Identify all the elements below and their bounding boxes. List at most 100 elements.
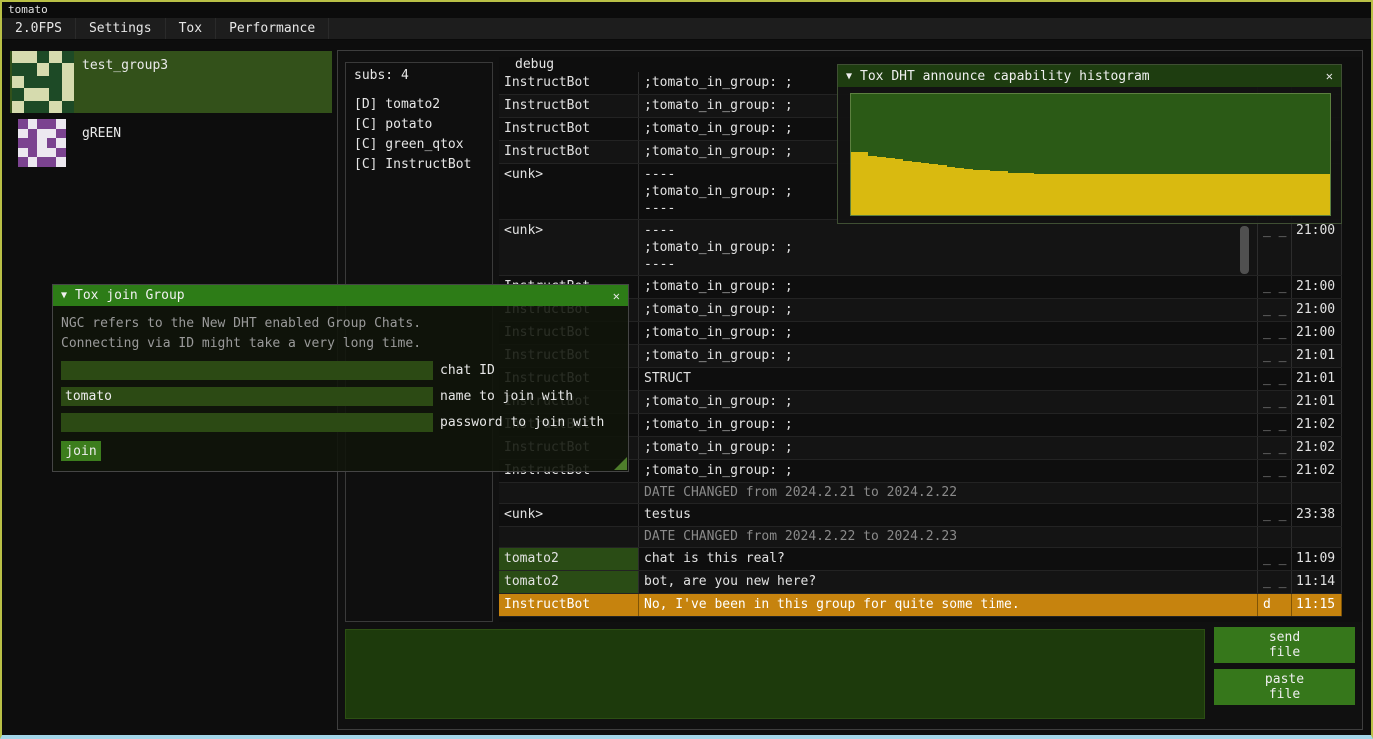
histogram-bar [1243, 174, 1252, 215]
join-password-label: password to join with [440, 415, 604, 430]
message-input[interactable] [345, 629, 1205, 719]
subs-header: subs: 4 [354, 68, 484, 83]
collapse-arrow-icon[interactable]: ▼ [61, 290, 67, 301]
group-roster: test_group3 gREEN [10, 50, 332, 177]
histogram-bar [895, 159, 904, 215]
timestamp: 11:15 [1292, 594, 1342, 616]
roster-item-label: test_group3 [82, 58, 168, 73]
roster-item-gREEN[interactable]: gREEN [10, 119, 332, 171]
message-row[interactable]: tomato2chat is this real?_ _11:09 [499, 548, 1342, 571]
close-icon[interactable]: ✕ [1326, 69, 1333, 83]
sender-name: <unk> [499, 164, 639, 219]
histogram-bar [1034, 174, 1043, 215]
menu-item-performance[interactable]: Performance [216, 18, 329, 39]
chat-id-input[interactable] [61, 361, 433, 380]
window-titlebar[interactable]: tomato [2, 2, 1371, 18]
histogram-bar [1138, 174, 1147, 215]
histogram-bar [1277, 174, 1286, 215]
roster-item-test_group3[interactable]: test_group3 [10, 51, 332, 113]
subs-item: [C] InstructBot [354, 155, 484, 175]
histogram-bar [1060, 174, 1069, 215]
join-name-input[interactable] [61, 387, 433, 406]
close-icon[interactable]: ✕ [613, 289, 620, 303]
system-row[interactable]: DATE CHANGED from 2024.2.22 to 2024.2.23 [499, 527, 1342, 548]
join-info-line2: Connecting via ID might take a very long… [61, 334, 620, 354]
message-row[interactable]: <unk>----;tomato_in_group: ;----_ _21:00 [499, 220, 1342, 276]
system-row[interactable]: DATE CHANGED from 2024.2.21 to 2024.2.22 [499, 483, 1342, 504]
histogram-bar [1234, 174, 1243, 215]
histogram-bar [1321, 174, 1330, 215]
histogram-bar [1147, 174, 1156, 215]
message-text: ----;tomato_in_group: ;---- [639, 220, 1258, 275]
message-text: ;tomato_in_group: ; [639, 414, 1258, 436]
avatar-pixel-icon [12, 51, 74, 113]
join-name-label: name to join with [440, 389, 573, 404]
timestamp: 11:14 [1292, 571, 1342, 593]
message-row[interactable]: InstructBotNo, I've been in this group f… [499, 594, 1342, 617]
timestamp: 21:01 [1292, 345, 1342, 367]
chat-scrollbar[interactable] [1240, 226, 1249, 274]
message-text: ;tomato_in_group: ; [639, 437, 1258, 459]
dht-histogram-title: Tox DHT announce capability histogram [860, 69, 1318, 84]
join-group-titlebar[interactable]: ▼ Tox join Group ✕ [53, 285, 628, 306]
histogram-bar [1130, 174, 1139, 215]
paste-file-label-line1: paste [1265, 672, 1304, 687]
roster-item-label: gREEN [82, 126, 121, 141]
histogram-bar [912, 162, 921, 215]
histogram-bar [1269, 174, 1278, 215]
histogram-bar [1077, 174, 1086, 215]
message-row[interactable]: tomato2bot, are you new here?_ _11:14 [499, 571, 1342, 594]
join-password-input[interactable] [61, 413, 433, 432]
histogram-bar [1225, 174, 1234, 215]
delivery-marks: _ _ [1258, 437, 1292, 459]
collapse-arrow-icon[interactable]: ▼ [846, 71, 852, 82]
subs-item: [C] green_qtox [354, 135, 484, 155]
message-text: STRUCT [639, 368, 1258, 390]
avatar-pixel-icon [18, 119, 66, 167]
histogram-bar [1295, 174, 1304, 215]
message-text: ;tomato_in_group: ; [639, 391, 1258, 413]
delivery-marks: _ _ [1258, 504, 1292, 526]
histogram-bar [1251, 174, 1260, 215]
delivery-marks: _ _ [1258, 220, 1292, 275]
delivery-marks: _ _ [1258, 548, 1292, 570]
timestamp: 21:02 [1292, 437, 1342, 459]
message-text: DATE CHANGED from 2024.2.21 to 2024.2.22 [639, 483, 1258, 503]
dht-histogram-window: ▼ Tox DHT announce capability histogram … [837, 64, 1342, 224]
message-text: testus [639, 504, 1258, 526]
sender-name: InstructBot [499, 594, 639, 616]
join-button[interactable]: join [61, 441, 101, 461]
send-file-button[interactable]: send file [1214, 627, 1355, 663]
message-text: DATE CHANGED from 2024.2.22 to 2024.2.23 [639, 527, 1258, 547]
histogram-bar [1112, 174, 1121, 215]
message-row[interactable]: <unk>testus_ _23:38 [499, 504, 1342, 527]
sender-name: InstructBot [499, 118, 639, 140]
histogram-bar [877, 157, 886, 215]
histogram-bar [990, 171, 999, 215]
subs-item: [D] tomato2 [354, 95, 484, 115]
paste-file-button[interactable]: paste file [1214, 669, 1355, 705]
sender-name: InstructBot [499, 141, 639, 163]
menu-item-tox[interactable]: Tox [166, 18, 216, 39]
histogram-bar [1164, 174, 1173, 215]
histogram-bar [921, 163, 930, 215]
histogram-bar [1042, 174, 1051, 215]
delivery-marks: d [1258, 594, 1292, 616]
resize-grip[interactable] [614, 457, 627, 470]
sender-name: tomato2 [499, 571, 639, 593]
histogram-bar [1304, 174, 1313, 215]
menu-item-settings[interactable]: Settings [76, 18, 166, 39]
app-window: tomato 2.0FPS Settings Tox Performance t… [0, 0, 1373, 739]
histogram-bar [964, 169, 973, 215]
message-text: chat is this real? [639, 548, 1258, 570]
dht-histogram-titlebar[interactable]: ▼ Tox DHT announce capability histogram … [838, 65, 1341, 87]
histogram-bar [1208, 174, 1217, 215]
histogram-bar [886, 158, 895, 215]
histogram-bar [1312, 174, 1321, 215]
delivery-marks [1258, 483, 1292, 503]
delivery-marks: _ _ [1258, 345, 1292, 367]
timestamp: 21:00 [1292, 276, 1342, 298]
chat-id-label: chat ID [440, 363, 495, 378]
histogram-bar [1121, 174, 1130, 215]
histogram-bar [982, 170, 991, 215]
